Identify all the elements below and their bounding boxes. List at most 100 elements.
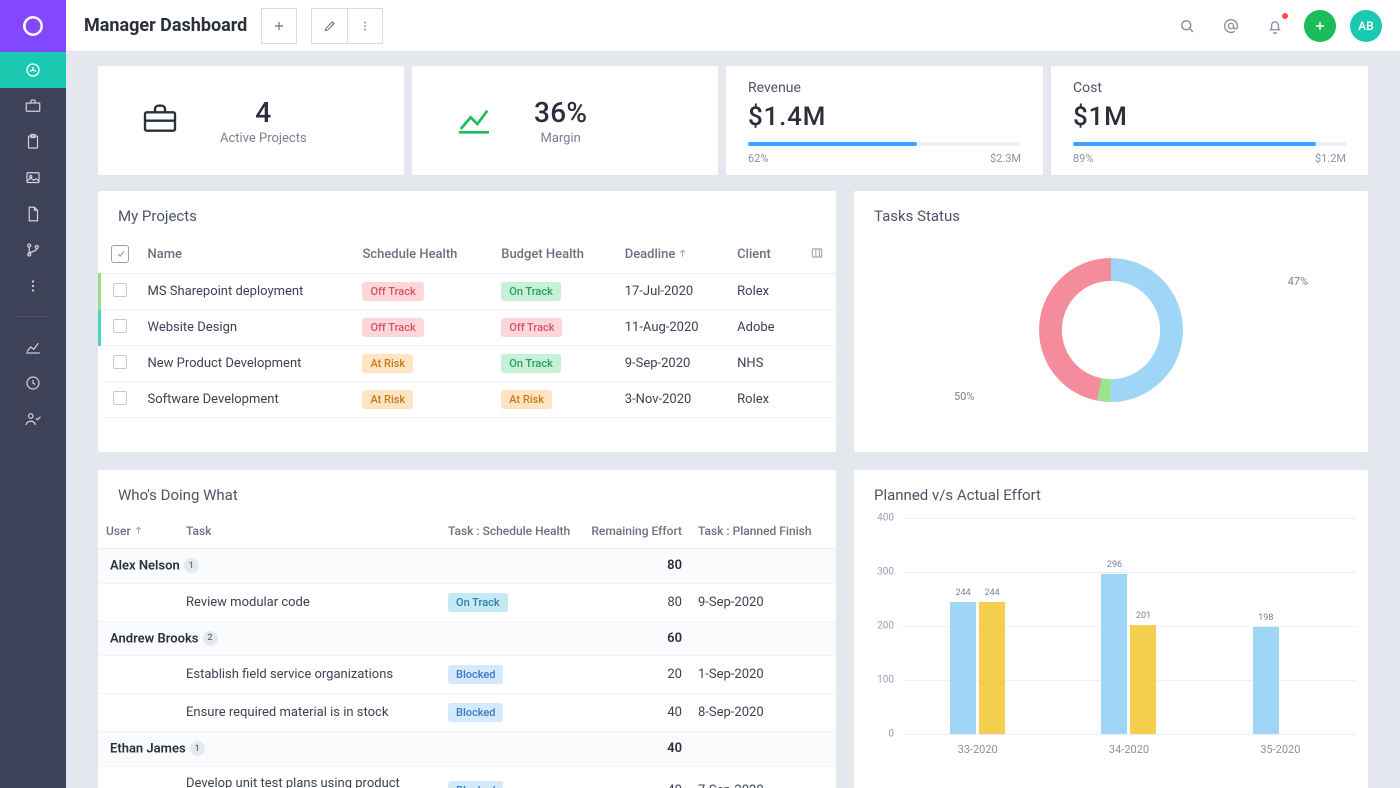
col-remaining[interactable]: Remaining Effort xyxy=(580,514,690,549)
card-title: Who's Doing What xyxy=(98,470,836,514)
task-status-pill: On Track xyxy=(448,593,508,612)
col-task-schedule[interactable]: Task : Schedule Health xyxy=(440,514,580,549)
nav-user-check[interactable] xyxy=(0,401,66,437)
select-all-checkbox[interactable] xyxy=(111,245,129,263)
mentions-icon[interactable] xyxy=(1216,11,1246,41)
col-name[interactable]: Name xyxy=(140,235,355,274)
kpi-label: Margin xyxy=(534,131,587,146)
col-deadline[interactable]: Deadline xyxy=(617,235,729,274)
table-row[interactable]: Website DesignOff TrackOff Track11-Aug-2… xyxy=(100,310,837,346)
task-status-pill: Blocked xyxy=(448,781,503,788)
group-row[interactable]: Ethan James140 xyxy=(98,732,836,767)
task-row[interactable]: Establish field service organizations Blo… xyxy=(98,656,836,694)
kpi-revenue: Revenue $1.4M 62%$2.3M xyxy=(726,66,1043,175)
create-fab[interactable] xyxy=(1304,10,1336,42)
effort-bar-chart: 010020030040024424429620119833-202034-20… xyxy=(854,514,1368,764)
schedule-pill: Off Track xyxy=(362,282,423,301)
schedule-pill: At Risk xyxy=(362,390,413,409)
finish-date: 1-Sep-2020 xyxy=(690,656,820,694)
row-checkbox[interactable] xyxy=(113,283,127,297)
deadline: 3-Nov-2020 xyxy=(617,382,729,418)
trend-icon xyxy=(454,99,494,143)
task-row[interactable]: Review modular codeOn Track809-Sep-2020 xyxy=(98,583,836,621)
nav-branch[interactable] xyxy=(0,232,66,268)
topbar: Manager Dashboard AB xyxy=(66,0,1400,52)
whos-doing-card: Who's Doing What User Task Task : Schedu… xyxy=(98,470,836,788)
revenue-pct: 62% xyxy=(748,152,768,165)
kpi-active-projects: 4 Active Projects xyxy=(98,66,404,175)
kpi-title: Revenue xyxy=(748,80,1021,96)
nav-briefcase[interactable] xyxy=(0,88,66,124)
nav-analytics[interactable] xyxy=(0,329,66,365)
kpi-value: $1M xyxy=(1073,102,1346,132)
kpi-row: 4 Active Projects 36% Margin Revenue $1.… xyxy=(98,66,1368,175)
col-budget[interactable]: Budget Health xyxy=(493,235,616,274)
row-checkbox[interactable] xyxy=(113,391,127,405)
nav-clock[interactable] xyxy=(0,365,66,401)
nav-image[interactable] xyxy=(0,160,66,196)
card-title: Planned v/s Actual Effort xyxy=(854,470,1368,514)
project-name: Software Development xyxy=(140,382,355,418)
table-row[interactable]: Software DevelopmentAt RiskAt Risk3-Nov-… xyxy=(100,382,837,418)
col-finish[interactable]: Task : Planned Finish xyxy=(690,514,820,549)
finish-date: 7-Sep-2020 xyxy=(690,766,820,788)
remaining: 40 xyxy=(580,694,690,732)
remaining: 80 xyxy=(580,583,690,621)
row-checkbox[interactable] xyxy=(113,355,127,369)
page-title: Manager Dashboard xyxy=(84,15,247,36)
budget-pill: On Track xyxy=(501,354,561,373)
task-row[interactable]: Ensure required material is in stockBloc… xyxy=(98,694,836,732)
col-user[interactable]: User xyxy=(98,514,178,549)
task-row[interactable]: Develop unit test plans using product sp… xyxy=(98,766,836,788)
bell-icon[interactable] xyxy=(1260,11,1290,41)
add-button[interactable] xyxy=(261,8,297,44)
finish-date: 9-Sep-2020 xyxy=(690,583,820,621)
group-row[interactable]: Alex Nelson180 xyxy=(98,549,836,584)
finish-date: 8-Sep-2020 xyxy=(690,694,820,732)
nav-more[interactable] xyxy=(0,268,66,304)
budget-pill: Off Track xyxy=(501,318,562,337)
projects-table: Name Schedule Health Budget Health Deadl… xyxy=(98,235,836,418)
columns-icon[interactable] xyxy=(808,248,824,263)
edit-button[interactable] xyxy=(311,8,347,44)
tasks-status-card: Tasks Status 47% 50% xyxy=(854,191,1368,452)
col-task[interactable]: Task xyxy=(178,514,440,549)
more-button[interactable] xyxy=(347,8,383,44)
card-title: Tasks Status xyxy=(854,191,1368,235)
task-status-pill: Blocked xyxy=(448,703,503,722)
row-checkbox[interactable] xyxy=(113,319,127,333)
deadline: 11-Aug-2020 xyxy=(617,310,729,346)
kpi-title: Cost xyxy=(1073,80,1346,96)
client: Rolex xyxy=(729,274,796,310)
cost-progress xyxy=(1073,142,1346,146)
content: 4 Active Projects 36% Margin Revenue $1.… xyxy=(66,52,1400,788)
deadline: 9-Sep-2020 xyxy=(617,346,729,382)
briefcase-icon xyxy=(140,99,180,143)
remaining: 40 xyxy=(580,766,690,788)
project-name: MS Sharepoint deployment xyxy=(140,274,355,310)
donut-label-2: 50% xyxy=(954,390,974,403)
client: Rolex xyxy=(729,382,796,418)
whos-doing-table: User Task Task : Schedule Health Remaini… xyxy=(98,514,836,788)
nav-rail xyxy=(0,0,66,788)
avatar[interactable]: AB xyxy=(1350,10,1382,42)
kpi-value: $1.4M xyxy=(748,102,1021,132)
task-name: Establish field service organizations xyxy=(178,656,440,694)
effort-chart-card: Planned v/s Actual Effort 01002003004002… xyxy=(854,470,1368,788)
kpi-margin: 36% Margin xyxy=(412,66,718,175)
nav-dashboard[interactable] xyxy=(0,52,66,88)
search-icon[interactable] xyxy=(1172,11,1202,41)
revenue-progress xyxy=(748,142,1021,146)
brand-logo[interactable] xyxy=(0,0,66,52)
donut-chart: 47% 50% xyxy=(854,235,1368,425)
col-schedule[interactable]: Schedule Health xyxy=(354,235,493,274)
group-row[interactable]: Andrew Brooks260 xyxy=(98,621,836,656)
col-client[interactable]: Client xyxy=(729,235,796,274)
nav-clipboard[interactable] xyxy=(0,124,66,160)
task-status-pill: Blocked xyxy=(448,665,503,684)
nav-document[interactable] xyxy=(0,196,66,232)
client: NHS xyxy=(729,346,796,382)
table-row[interactable]: New Product DevelopmentAt RiskOn Track9-… xyxy=(100,346,837,382)
kpi-cost: Cost $1M 89%$1.2M xyxy=(1051,66,1368,175)
table-row[interactable]: MS Sharepoint deploymentOff TrackOn Trac… xyxy=(100,274,837,310)
